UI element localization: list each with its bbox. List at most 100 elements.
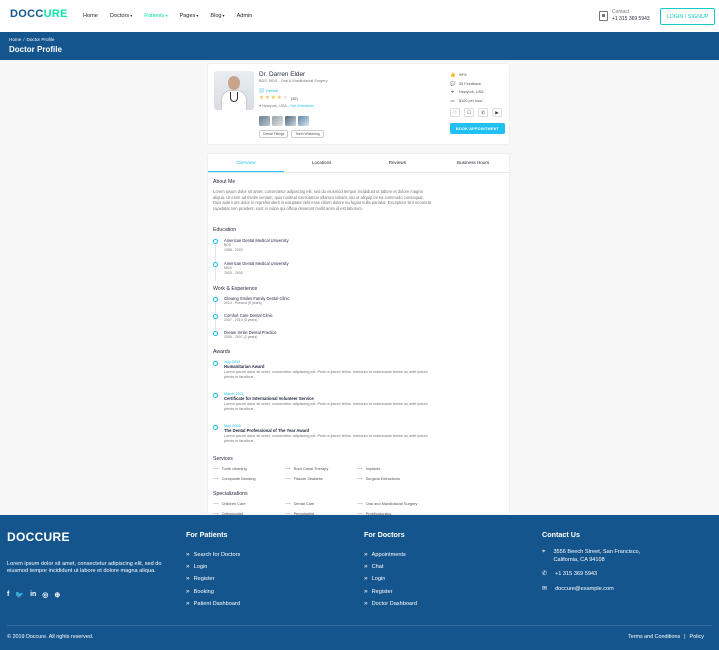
work-heading: Work & Experience — [213, 286, 258, 292]
footer-link[interactable]: Login — [364, 573, 417, 585]
footer-link[interactable]: Chat — [364, 561, 417, 573]
policy-link[interactable]: Policy — [690, 634, 704, 640]
chat-icon[interactable]: ☐ — [464, 108, 474, 117]
timeline-dot — [213, 297, 218, 302]
footer-contact-heading: Contact Us — [542, 530, 580, 539]
star-icon: ★ — [264, 95, 270, 101]
footer-link[interactable]: Booking — [186, 586, 240, 598]
gallery-image[interactable] — [298, 116, 309, 126]
twitter-icon[interactable]: 🐦 — [15, 591, 24, 599]
copyright: © 2019 Doccure. All rights reserved. — [7, 634, 94, 640]
logo[interactable]: DOCCURE — [10, 8, 68, 20]
gallery-image[interactable] — [259, 116, 270, 126]
footer-link[interactable]: Search for Doctors — [186, 549, 241, 561]
awards-timeline: July 2019 Humanitarian Award Lorem ipsum… — [213, 360, 503, 456]
timeline-dot — [213, 361, 218, 366]
footer-link[interactable]: Register — [186, 573, 240, 585]
star-icon: ★ — [270, 95, 276, 101]
footer-patients: For Patients Search for Doctors Login Re… — [186, 530, 240, 610]
tab-locations[interactable]: Locations — [284, 154, 360, 172]
specialization-item: Children Care — [213, 501, 285, 506]
footer-link[interactable]: Login — [186, 561, 240, 573]
work-item: Glowing Smiles Family Dental Clinic 2010… — [213, 296, 503, 315]
work-item: Comfort Care Dental Clinic 2007 - 2010 (… — [213, 313, 503, 332]
about-heading: About Me — [213, 179, 236, 185]
facebook-icon[interactable]: f — [7, 591, 9, 599]
chevron-down-icon: ▾ — [130, 13, 133, 18]
footer-doctors: For Doctors Appointments Chat Login Regi… — [364, 530, 417, 610]
nav-patients[interactable]: Patients▾ — [144, 13, 167, 19]
dribbble-icon[interactable]: ⊕ — [54, 591, 60, 599]
nav-blog[interactable]: Blog▾ — [210, 13, 224, 19]
specializations-heading: Specializations — [213, 491, 248, 497]
award-item: March 2011 Certificate for International… — [213, 392, 503, 424]
bookmark-icon[interactable]: ♡ — [450, 108, 460, 117]
footer-address: 3556 Beech Street, San Francisco, Califo… — [553, 549, 641, 563]
footer-doctors-heading: For Doctors — [364, 530, 405, 539]
service-tag: Teeth Whitening — [291, 130, 324, 138]
gallery-image[interactable] — [285, 116, 296, 126]
services-list: Tooth cleaning Root Canal Therapy Implan… — [213, 466, 453, 481]
services-heading: Services — [213, 456, 233, 462]
tab-overview[interactable]: Overview — [208, 154, 284, 172]
award-item: May 2008 The Dental Professional of The … — [213, 424, 503, 456]
service-tag: Dental Fillings — [259, 130, 289, 138]
map-marker-icon: ⌖ — [451, 89, 454, 95]
service-item: Fissure Sealants — [285, 476, 357, 481]
instagram-icon[interactable]: ◎ — [42, 591, 48, 599]
contact-phone[interactable]: +1 315 369 5943 — [612, 16, 650, 23]
breadcrumb-bar: Home / Doctor Profile Doctor Profile — [0, 32, 719, 60]
comment-icon: 💬 — [450, 80, 456, 86]
clinic-gallery — [259, 116, 309, 126]
service-item: Tooth cleaning — [213, 466, 285, 471]
book-appointment-button[interactable]: BOOK APPOINTMENT — [450, 123, 505, 134]
footer-link[interactable]: Patient Dashboard — [186, 598, 240, 610]
service-tags: Dental Fillings Teeth Whitening — [259, 130, 324, 138]
breadcrumb-home[interactable]: Home — [9, 37, 21, 42]
footer-phone[interactable]: +1 315 369 5943 — [555, 571, 597, 579]
footer-email[interactable]: doccure@example.com — [555, 586, 614, 594]
footer-logo[interactable]: DOCCURE — [7, 530, 70, 544]
video-icon[interactable]: ▶ — [492, 108, 502, 117]
work-timeline: Glowing Smiles Family Dental Clinic 2010… — [213, 296, 503, 347]
login-signup-button[interactable]: LOGIN / SIGNUP — [660, 8, 715, 25]
footer-about: Lorem ipsum dolor sit amet, consectetur … — [7, 561, 162, 575]
chevron-down-icon: ▾ — [222, 13, 225, 18]
footer-patients-heading: For Patients — [186, 530, 228, 539]
nav-doctors[interactable]: Doctors▾ — [110, 13, 132, 19]
doctor-avatar — [214, 71, 254, 110]
education-heading: Education — [213, 227, 237, 233]
header-contact: Contact +1 315 369 5943 — [599, 9, 650, 23]
envelope-icon: ✉ — [542, 585, 548, 592]
footer-link[interactable]: Appointments — [364, 549, 417, 561]
nav-home[interactable]: Home — [83, 13, 98, 19]
footer-policy-links: Terms and Conditions | Policy — [628, 634, 704, 640]
work-item: Dream Smile Dental Practice 2005 - 2007 … — [213, 330, 503, 347]
education-timeline: American Dental Medical University BDS 1… — [213, 238, 503, 284]
tab-reviews[interactable]: Reviews — [360, 154, 436, 172]
doctor-stats: 👍 99% 💬 35 Feedback ⌖ Newyork, USA ▭ $100 pe… — [450, 71, 484, 105]
star-empty-icon: ★ — [282, 95, 288, 101]
thumbs-up-icon: 👍 — [450, 72, 456, 77]
gallery-image[interactable] — [272, 116, 283, 126]
linkedin-icon[interactable]: in — [30, 591, 36, 599]
site-header: DOCCURE Home Doctors▾ Patients▾ Pages▾ B… — [0, 0, 719, 32]
terms-link[interactable]: Terms and Conditions — [628, 634, 680, 640]
tooth-icon — [259, 88, 264, 93]
nav-pages[interactable]: Pages▾ — [179, 13, 198, 19]
phone-icon[interactable]: ✆ — [478, 108, 488, 117]
specialization-item: Oral and Maxillofacial Surgery — [357, 501, 437, 506]
nav-admin[interactable]: Admin — [237, 13, 253, 19]
footer-link[interactable]: Register — [364, 586, 417, 598]
specialization-item: Dental Care — [285, 501, 357, 506]
service-item: Surgical Extractions — [357, 476, 437, 481]
main-nav: Home Doctors▾ Patients▾ Pages▾ Blog▾ Adm… — [83, 13, 252, 19]
tab-business-hours[interactable]: Business Hours — [435, 154, 511, 172]
site-footer: DOCCURE Lorem ipsum dolor sit amet, cons… — [0, 515, 719, 650]
doctor-department: Dentist — [259, 88, 278, 93]
footer-divider — [7, 625, 712, 626]
award-item: July 2019 Humanitarian Award Lorem ipsum… — [213, 360, 503, 392]
get-directions-link[interactable]: Get Directions — [290, 104, 314, 108]
phone-icon: ✆ — [542, 571, 548, 577]
footer-link[interactable]: Doctor Dashboard — [364, 598, 417, 610]
